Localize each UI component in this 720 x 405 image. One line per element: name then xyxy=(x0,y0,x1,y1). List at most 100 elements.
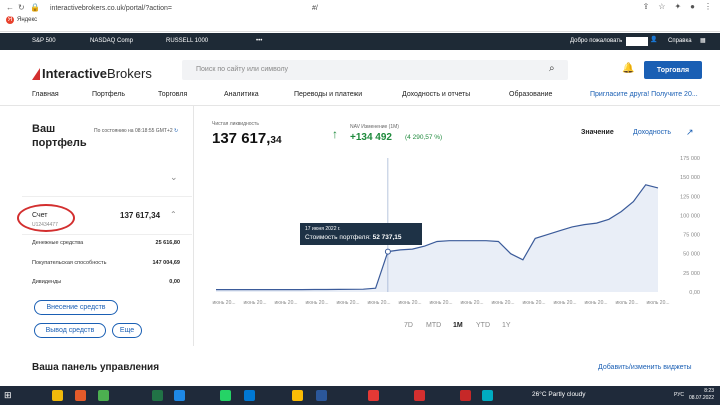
y-tick-label: 175 000 xyxy=(680,156,700,162)
chevron-up-icon[interactable]: ⌃ xyxy=(170,210,177,219)
welcome-text: Добро пожаловать xyxy=(570,38,623,44)
y-tick-label: 0,00 xyxy=(689,290,700,296)
menu-icon[interactable]: ⋮ xyxy=(704,2,712,11)
logo-text-rest: Brokers xyxy=(107,66,152,81)
portfolio-chart[interactable]: 175 000 150 000 125 000 100 000 75 000 50 000… xyxy=(210,150,710,310)
edge-icon[interactable] xyxy=(244,390,255,401)
whatsapp-icon[interactable] xyxy=(220,390,231,401)
range-ytd[interactable]: YTD xyxy=(476,322,490,329)
share-icon[interactable]: ⇪ xyxy=(643,2,650,11)
nav-portfolio[interactable]: Портфель xyxy=(92,91,125,98)
nav-home[interactable]: Главная xyxy=(32,91,59,98)
extension-icon[interactable]: ✦ xyxy=(674,2,681,11)
ticker-sp500[interactable]: S&P 500 xyxy=(32,38,56,44)
external-link-icon[interactable]: ↗ xyxy=(686,127,694,138)
nav-transfers[interactable]: Переводы и платежи xyxy=(294,91,362,98)
clock[interactable]: 8:23 08.07.2022 xyxy=(689,388,714,402)
x-tick-label: июнь 20... xyxy=(491,300,514,306)
divider xyxy=(22,196,192,197)
refresh-icon[interactable]: ↻ xyxy=(174,128,178,134)
annotation-circle xyxy=(17,204,75,232)
reload-icon[interactable]: ↻ xyxy=(18,4,26,12)
tooltip-label: Стоимость портфеля: xyxy=(305,234,371,241)
nav-education[interactable]: Образование xyxy=(509,91,552,98)
nav-trading[interactable]: Торговля xyxy=(158,91,187,98)
nav-research[interactable]: Аналитика xyxy=(224,91,259,98)
back-icon[interactable]: ← xyxy=(6,4,14,12)
app-icon[interactable] xyxy=(316,390,327,401)
logo-text-bold: Interactive xyxy=(42,66,108,81)
clock-date: 08.07.2022 xyxy=(688,395,714,401)
x-tick-label: июнь 20... xyxy=(367,300,390,306)
x-tick-label: июль 20... xyxy=(646,300,669,306)
range-1y[interactable]: 1Y xyxy=(502,322,511,329)
address-bar[interactable]: ← ↻ 🔒 interactivebrokers.co.uk/portal/?a… xyxy=(6,2,318,14)
row-label: Покупательская способность xyxy=(32,260,107,266)
profile-icon[interactable]: ● xyxy=(690,2,695,11)
chrome-icon[interactable] xyxy=(292,390,303,401)
language-indicator[interactable]: РУС xyxy=(674,392,684,398)
toggle-return[interactable]: Доходность xyxy=(633,129,671,136)
ticker-bar: S&P 500 NASDAQ Comp RUSSELL 1000 ••• Доб… xyxy=(0,33,720,50)
search-input[interactable]: Поиск по сайту или символу xyxy=(182,60,568,80)
x-tick-label: июнь 20... xyxy=(398,300,421,306)
withdraw-button[interactable]: Вывод средств xyxy=(34,323,106,338)
chevron-down-icon[interactable]: ⌄ xyxy=(170,172,178,183)
windows-start-icon[interactable]: ⊞ xyxy=(4,390,14,400)
x-tick-label: июнь 20... xyxy=(460,300,483,306)
row-label: Денежные средства xyxy=(32,240,84,246)
trade-button[interactable]: Торговля xyxy=(644,61,702,79)
ticker-nasdaq[interactable]: NASDAQ Comp xyxy=(90,38,133,44)
tooltip-date: 17 июня 2022 г. xyxy=(305,226,341,232)
x-tick-label: июнь 20... xyxy=(305,300,328,306)
app-icon[interactable] xyxy=(482,390,493,401)
portfolio-title: Ваш портфель xyxy=(32,123,87,149)
weather-text[interactable]: 26°C Partly cloudy xyxy=(532,391,586,398)
excel-icon[interactable] xyxy=(152,390,163,401)
bookmark-yandex[interactable]: Я Яндекс xyxy=(6,16,37,24)
range-7d[interactable]: 7D xyxy=(404,322,413,329)
more-button[interactable]: Еще xyxy=(112,323,142,338)
app-icon[interactable] xyxy=(368,390,379,401)
bell-icon[interactable]: 🔔 xyxy=(622,63,634,74)
account-value: 137 617,34 xyxy=(120,211,161,220)
ticker-russell[interactable]: RUSSELL 1000 xyxy=(166,38,208,44)
nav-reports[interactable]: Доходность и отчеты xyxy=(402,91,470,98)
browser-toolbar: ⇪ ☆ ✦ ● ⋮ xyxy=(643,2,712,11)
ticker-more[interactable]: ••• xyxy=(256,38,262,44)
app-icon[interactable] xyxy=(414,390,425,401)
x-tick-label: июнь 20... xyxy=(212,300,235,306)
app-icon[interactable] xyxy=(75,390,86,401)
taskbar: ⊞ 26°C Partly cloudy РУС 8:23 08.07.2022 xyxy=(0,386,720,405)
star-icon[interactable]: ☆ xyxy=(658,2,665,11)
range-1m[interactable]: 1M xyxy=(453,322,463,329)
x-tick-label: июнь 20... xyxy=(553,300,576,306)
hover-point[interactable] xyxy=(384,248,391,255)
y-tick-label: 50 000 xyxy=(683,252,700,258)
ib-logo[interactable]: Interactive Brokers xyxy=(32,66,152,81)
app-icon[interactable] xyxy=(98,390,109,401)
deposit-button[interactable]: Внесение средств xyxy=(34,300,118,315)
range-mtd[interactable]: MTD xyxy=(426,322,441,329)
username-redacted xyxy=(626,37,648,46)
divider xyxy=(22,234,192,235)
clock-time: 8:23 xyxy=(704,388,714,394)
search-icon[interactable]: ⌕ xyxy=(549,63,555,74)
app-icon[interactable] xyxy=(460,390,471,401)
row-value: 25 616,80 xyxy=(155,240,180,246)
edit-widgets-link[interactable]: Добавить/изменить виджеты xyxy=(598,364,692,371)
url-tail-text: #/ xyxy=(311,4,318,12)
toggle-value[interactable]: Значение xyxy=(581,129,614,136)
nav-value: 137 617,34 xyxy=(212,130,282,147)
grid-icon[interactable]: ▦ xyxy=(700,37,706,44)
app-icon[interactable] xyxy=(174,390,185,401)
explorer-icon[interactable] xyxy=(52,390,63,401)
user-icon[interactable]: 👤 xyxy=(650,36,657,43)
row-buying-power: Покупательская способность 147 004,69 xyxy=(32,260,180,266)
tooltip-line: Стоимость портфеля: 52 737,15 xyxy=(305,234,417,241)
nav-promo[interactable]: Пригласите друга! Получите 20... xyxy=(590,91,698,98)
help-link[interactable]: Справка xyxy=(668,38,692,44)
y-tick-label: 100 000 xyxy=(680,213,700,219)
chart-area xyxy=(216,184,658,292)
url-text[interactable]: interactivebrokers.co.uk/portal/?action= xyxy=(50,5,172,12)
